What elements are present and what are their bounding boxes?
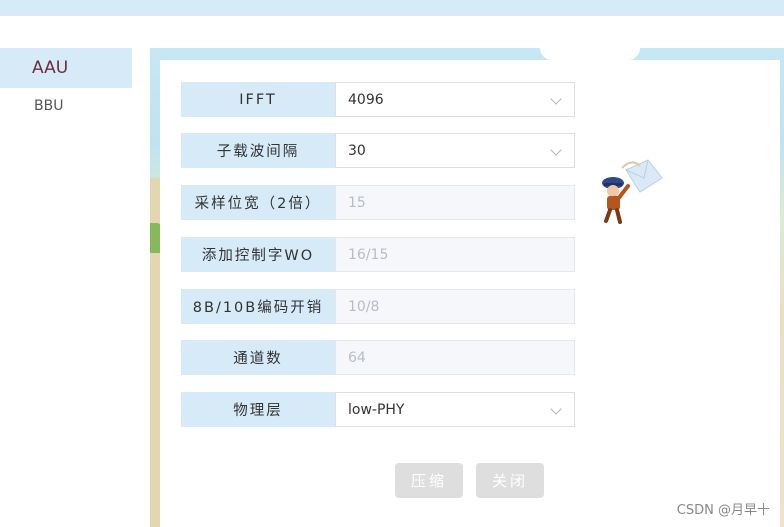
control-word-label: 添加控制字WO (181, 237, 335, 272)
chevron-down-icon (550, 144, 562, 156)
background-cloud (540, 48, 640, 60)
watermark-text: CSDN @月早十 (676, 503, 770, 518)
ifft-label: IFFT (181, 82, 335, 117)
chevron-down-icon (550, 403, 562, 415)
form-row-physical-layer: 物理层 low-PHY (181, 392, 575, 427)
control-word-value: 16/15 (348, 246, 389, 263)
sidebar-item-bbu[interactable]: BBU (0, 88, 132, 124)
subcarrier-spacing-label: 子载波间隔 (181, 133, 335, 168)
form-row-control-word: 添加控制字WO 16/15 (181, 237, 575, 272)
sidebar-item-aau[interactable]: AAU (0, 48, 132, 88)
sample-width-label: 采样位宽（2倍） (181, 185, 335, 220)
form-row-ifft: IFFT 4096 (181, 82, 575, 117)
subcarrier-spacing-select[interactable]: 30 (335, 133, 575, 168)
channel-count-label: 通道数 (181, 340, 335, 375)
mail-courier-mascot-icon (602, 159, 663, 224)
top-header-bar (0, 0, 784, 16)
ifft-select[interactable]: 4096 (335, 82, 575, 117)
close-button[interactable]: 关闭 (476, 463, 544, 498)
encoding-overhead-label: 8B/10B编码开销 (181, 289, 335, 324)
ifft-value: 4096 (348, 91, 384, 108)
physical-layer-value: low-PHY (348, 401, 405, 418)
control-word-field: 16/15 (335, 237, 575, 272)
chevron-down-icon (550, 93, 562, 105)
channel-count-field: 64 (335, 340, 575, 375)
encoding-overhead-field: 10/8 (335, 289, 575, 324)
form-row-sample-width: 采样位宽（2倍） 15 (181, 185, 575, 220)
channel-count-value: 64 (348, 349, 366, 366)
physical-layer-label: 物理层 (181, 392, 335, 427)
encoding-overhead-value: 10/8 (348, 298, 380, 315)
sample-width-value: 15 (348, 194, 366, 211)
subcarrier-spacing-value: 30 (348, 142, 366, 159)
compress-button[interactable]: 压缩 (395, 463, 463, 498)
sample-width-field: 15 (335, 185, 575, 220)
form-row-encoding-overhead: 8B/10B编码开销 10/8 (181, 289, 575, 324)
form-row-channel-count: 通道数 64 (181, 340, 575, 375)
physical-layer-select[interactable]: low-PHY (335, 392, 575, 427)
sidebar: AAU BBU (0, 48, 132, 124)
form-row-subcarrier-spacing: 子载波间隔 30 (181, 133, 575, 168)
